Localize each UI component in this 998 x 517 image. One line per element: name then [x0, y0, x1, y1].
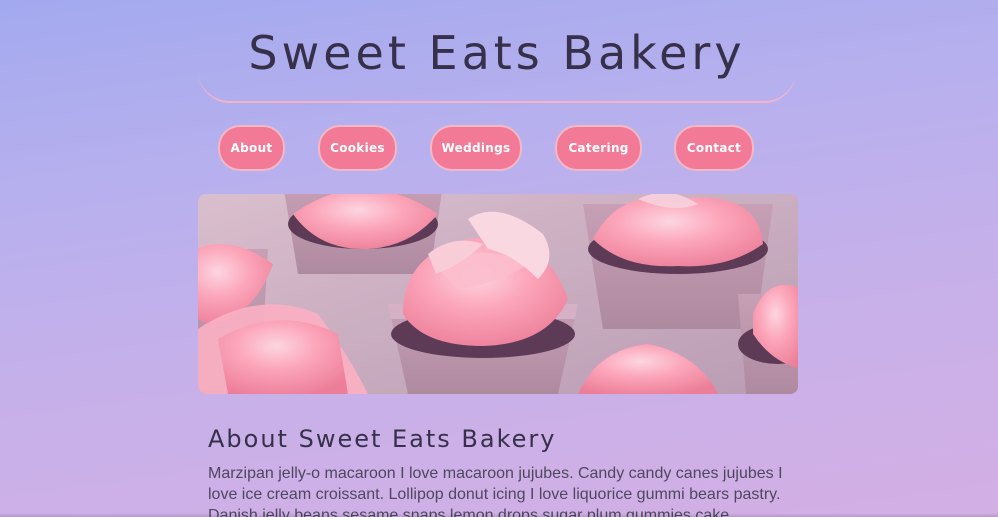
nav-contact-button[interactable]: Contact — [674, 125, 754, 171]
nav-catering-button[interactable]: Catering — [555, 125, 642, 171]
site-header: Sweet Eats Bakery — [198, 0, 796, 103]
nav-weddings-button[interactable]: Weddings — [430, 125, 522, 171]
site-title: Sweet Eats Bakery — [248, 26, 746, 80]
nav-about-button[interactable]: About — [218, 125, 285, 171]
cupcakes-illustration — [198, 194, 798, 394]
about-heading: About Sweet Eats Bakery — [208, 425, 557, 453]
nav-cookies-button[interactable]: Cookies — [318, 125, 397, 171]
hero-image — [198, 194, 798, 394]
about-section: About Sweet Eats Bakery Marzipan jelly-o… — [208, 425, 788, 517]
bottom-edge-shadow — [0, 513, 998, 517]
about-body: Marzipan jelly-o macaroon I love macaroo… — [208, 465, 783, 517]
main-nav: About Cookies Weddings Catering Contact — [198, 125, 798, 173]
